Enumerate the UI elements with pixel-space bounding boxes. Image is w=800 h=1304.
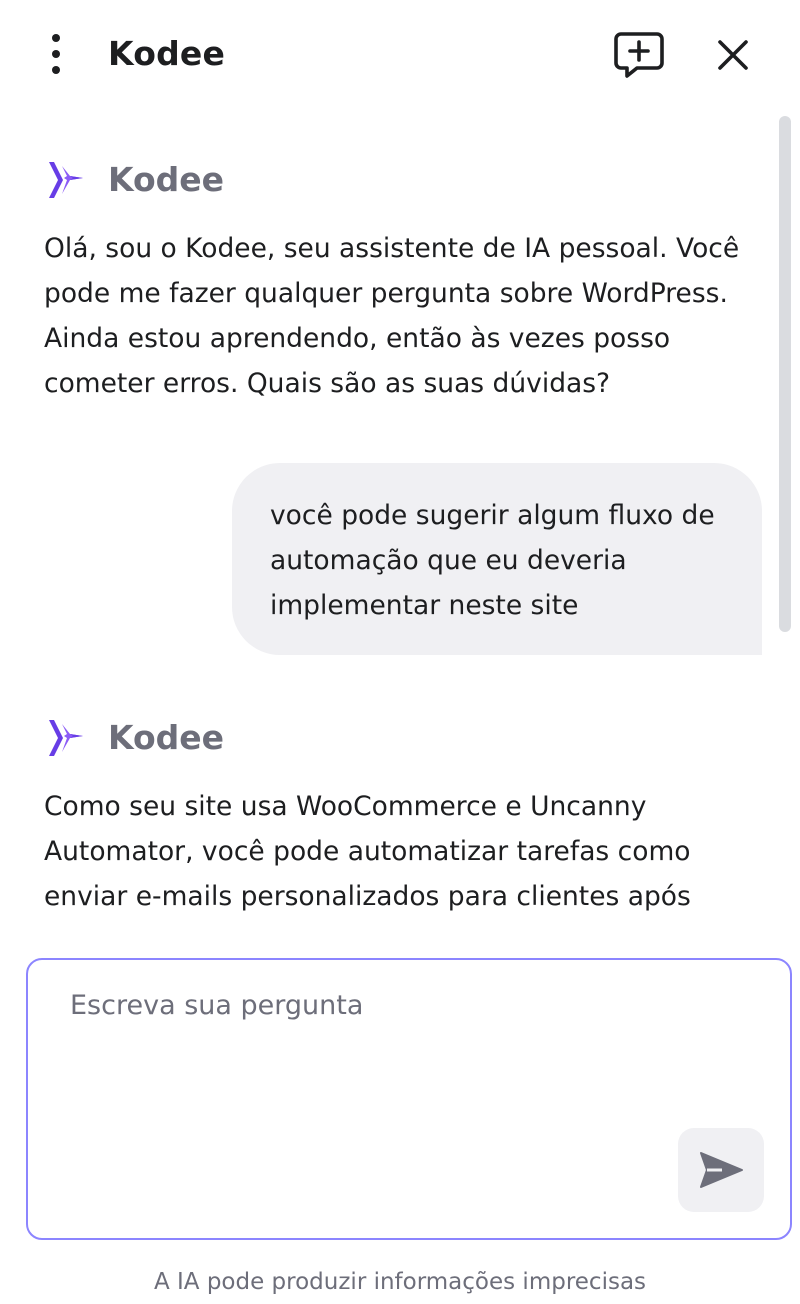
send-button[interactable] [678, 1128, 764, 1212]
new-chat-button[interactable] [610, 28, 668, 82]
chat-title: Kodee [108, 34, 226, 73]
new-chat-plus-icon [614, 32, 664, 78]
close-icon [718, 40, 748, 70]
user-message-bubble: você pode sugerir algum fluxo de automaç… [232, 463, 762, 655]
question-composer[interactable] [26, 958, 792, 1240]
chat-scrollbar[interactable] [779, 116, 791, 632]
close-button[interactable] [708, 30, 758, 80]
ai-disclaimer: A IA pode produzir informações imprecisa… [153, 1269, 647, 1295]
question-input[interactable] [70, 990, 630, 1021]
kodee-logo-icon [44, 158, 88, 202]
bot-name: Kodee [108, 718, 225, 757]
chat-messages[interactable]: Kodee Olá, sou o Kodee, seu assistente d… [0, 110, 800, 932]
bot-sender-header: Kodee [44, 156, 224, 204]
bot-name: Kodee [108, 160, 225, 199]
bot-message-text: Como seu site usa WooCommerce e Uncanny … [44, 791, 691, 912]
chat-header: Kodee [0, 0, 800, 110]
kodee-logo-icon [44, 716, 88, 760]
chat-panel: Kodee Kodee Olá, sou o Kodee, seu assist… [0, 0, 800, 1304]
send-icon [700, 1152, 743, 1188]
bot-message-text: Olá, sou o Kodee, seu assistente de IA p… [44, 233, 740, 399]
bot-sender-header: Kodee [44, 714, 224, 762]
more-options-button[interactable] [36, 28, 76, 80]
vertical-dots-icon [52, 34, 60, 74]
